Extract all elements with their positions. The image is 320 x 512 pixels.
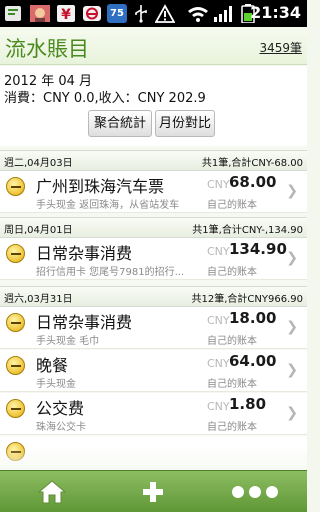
badge-icon: 75 (107, 4, 127, 23)
entry-title: 日常杂事消费 (36, 244, 133, 263)
entry-subtitle: 手头现金 (36, 379, 76, 390)
list-item[interactable]: 日常杂事消费 CNY 18.00 手头现金 毛巾 自己的账本 ❯ (0, 307, 307, 349)
month-summary: 2012 年 04 月 消費：CNY 0.0,收入：CNY 202.9 聚合統計… (0, 66, 307, 146)
add-entry-button[interactable] (113, 471, 193, 512)
entry-subtitle: 手头现金 毛巾 (36, 336, 100, 347)
entry-subtitle: 手头现金 返回珠海，从省站发车 (36, 200, 180, 211)
yen-icon: ¥ (57, 5, 75, 23)
chevron-right-icon: ❯ (286, 405, 298, 421)
day-date: 週六,03月31日 (4, 294, 73, 305)
list-item[interactable]: 公交费 CNY 1.80 珠海公交卡 自己的账本 ❯ (0, 393, 307, 435)
entry-book: 自己的账本 (207, 379, 257, 390)
entry-currency: CNY (207, 400, 230, 413)
entry-amount: 18.00 (229, 309, 277, 327)
entry-icon (6, 313, 25, 332)
entry-subtitle: 招行信用卡 您尾号7981的招行... (36, 267, 185, 278)
entry-title: 公交费 (36, 399, 85, 418)
entry-icon (6, 177, 25, 196)
entry-currency: CNY (207, 245, 230, 258)
entry-amount: 68.00 (229, 173, 277, 191)
chevron-right-icon: ❯ (286, 362, 298, 378)
more-button[interactable] (215, 471, 295, 512)
clock: 21:34 (250, 3, 301, 22)
voicemail-icon (83, 6, 101, 21)
photo-icon (30, 5, 50, 22)
app-header: 流水賬目 3459筆 (0, 27, 307, 65)
day-header: 周日,04月01日 共1筆,合计CNY-,134.90 (0, 217, 307, 238)
entry-book: 自己的账本 (207, 200, 257, 211)
status-bar: ¥ 75 21:34 (0, 0, 307, 27)
entry-title: 晚餐 (36, 356, 69, 375)
aggregate-stats-button[interactable]: 聚合統計 (88, 110, 152, 137)
warning-icon (155, 4, 175, 23)
transaction-list[interactable]: 週二,04月03日 共1筆,合計CNY-68.00 广州到珠海汽车票 CNY 6… (0, 146, 307, 470)
page-title: 流水賬目 (5, 37, 89, 61)
entry-amount: 134.90 (229, 240, 287, 258)
chevron-right-icon: ❯ (286, 250, 298, 266)
home-button[interactable] (12, 471, 92, 512)
list-item[interactable]: 日常杂事消费 CNY 134.90 招行信用卡 您尾号7981的招行... 自己… (0, 238, 307, 280)
entry-currency: CNY (207, 357, 230, 370)
day-date: 週二,04月03日 (4, 158, 73, 169)
day-summary: 共1筆,合计CNY-,134.90 (192, 225, 303, 236)
entry-book: 自己的账本 (207, 336, 257, 347)
add-icon (143, 482, 163, 502)
entry-book: 自己的账本 (207, 422, 257, 433)
day-summary: 共1筆,合計CNY-68.00 (201, 158, 303, 169)
signal-icon (214, 6, 232, 22)
usb-icon (135, 5, 147, 23)
record-count-link[interactable]: 3459筆 (259, 39, 302, 56)
entry-amount: 64.00 (229, 352, 277, 370)
day-summary: 共12筆,合計CNY966.90 (191, 294, 303, 305)
monthly-compare-button[interactable]: 月份對比 (155, 110, 215, 137)
notification-icon (5, 6, 21, 21)
entry-currency: CNY (207, 314, 230, 327)
entry-amount: 1.80 (229, 395, 267, 413)
svg-text:¥: ¥ (61, 7, 71, 23)
entry-book: 自己的账本 (207, 267, 257, 278)
entry-title: 广州到珠海汽车票 (36, 177, 165, 196)
chevron-right-icon: ❯ (286, 183, 298, 199)
bottom-toolbar (0, 470, 307, 512)
list-fade (0, 448, 307, 470)
home-icon (37, 480, 67, 504)
entry-title: 日常杂事消费 (36, 313, 133, 332)
wifi-icon (188, 7, 208, 22)
day-header: 週六,03月31日 共12筆,合計CNY966.90 (0, 286, 307, 307)
day-header: 週二,04月03日 共1筆,合計CNY-68.00 (0, 150, 307, 171)
list-item[interactable]: 广州到珠海汽车票 CNY 68.00 手头现金 返回珠海，从省站发车 自己的账本… (0, 171, 307, 213)
entry-currency: CNY (207, 178, 230, 191)
day-date: 周日,04月01日 (4, 225, 73, 236)
list-item[interactable]: 晚餐 CNY 64.00 手头现金 自己的账本 ❯ (0, 350, 307, 392)
more-icon (232, 486, 278, 498)
entry-subtitle: 珠海公交卡 (36, 422, 86, 433)
totals-label: 消費：CNY 0.0,收入：CNY 202.9 (4, 91, 206, 106)
chevron-right-icon: ❯ (286, 319, 298, 335)
entry-icon (6, 356, 25, 375)
entry-icon (6, 244, 25, 263)
entry-icon (6, 399, 25, 418)
